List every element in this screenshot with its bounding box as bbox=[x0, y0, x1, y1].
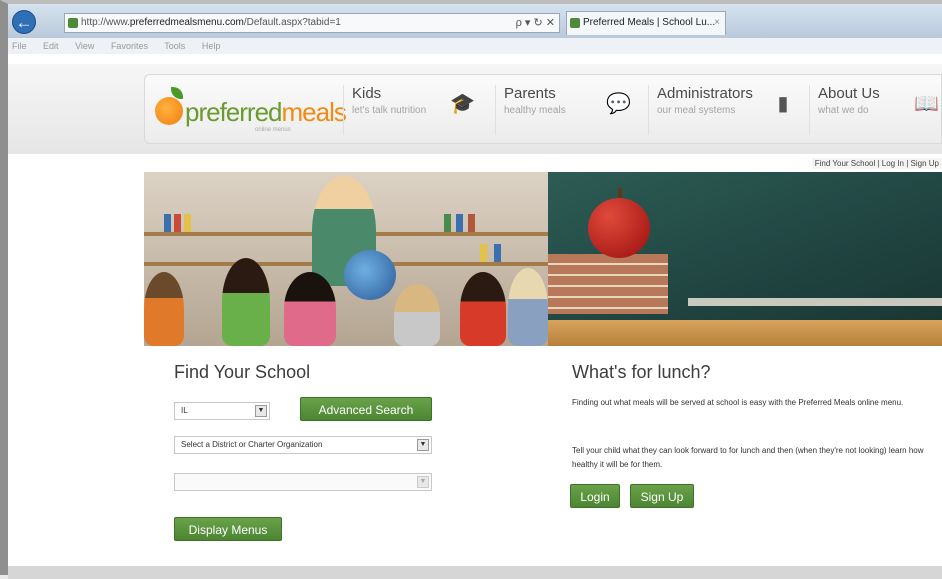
school-select[interactable]: ▼ bbox=[174, 473, 432, 491]
find-school-panel: Find Your School IL ▼ Advanced Search Se… bbox=[144, 346, 548, 574]
orange-logo-icon bbox=[155, 97, 183, 125]
browser-titlebar: ← http://www.preferredmealsmenu.com/Defa… bbox=[8, 4, 942, 38]
nav-item-kids[interactable]: Kids let's talk nutrition 🎓 bbox=[343, 85, 486, 135]
bottom-bar bbox=[8, 566, 942, 579]
book-icon: ▮ bbox=[777, 93, 789, 115]
logo-tagline: online menus bbox=[255, 127, 291, 133]
apple-chalkboard-photo bbox=[548, 172, 942, 346]
state-select-value: IL bbox=[181, 406, 188, 415]
menu-edit[interactable]: Edit bbox=[43, 41, 59, 51]
browser-tab[interactable]: Preferred Meals | School Lu... × bbox=[566, 11, 726, 35]
display-menus-button[interactable]: Display Menus bbox=[174, 517, 282, 541]
chat-bubbles-icon: 💬 bbox=[606, 93, 631, 115]
lunch-paragraph-2: Tell your child what they can look forwa… bbox=[572, 446, 924, 469]
account-links[interactable]: Find Your School | Log In | Sign Up bbox=[811, 158, 942, 169]
district-select-value: Select a District or Charter Organizatio… bbox=[181, 440, 323, 449]
chevron-down-icon: ▼ bbox=[255, 405, 267, 417]
address-path: /Default.aspx?tabid=1 bbox=[243, 17, 341, 28]
back-button[interactable]: ← bbox=[12, 10, 36, 34]
chevron-down-icon: ▼ bbox=[417, 439, 429, 451]
nav-item-administrators[interactable]: Administrators our meal systems ▮ bbox=[648, 85, 803, 135]
book-stack bbox=[548, 254, 668, 314]
main-navbar: preferredmeals online menus Kids let's t… bbox=[144, 74, 942, 144]
tab-favicon-icon bbox=[570, 18, 580, 28]
nav-item-parents[interactable]: Parents healthy meals 💬 bbox=[495, 85, 640, 135]
tab-close-icon[interactable]: × bbox=[714, 12, 720, 34]
address-prefix: http://www. bbox=[81, 17, 130, 28]
globe-figure bbox=[344, 250, 396, 300]
state-select[interactable]: IL ▼ bbox=[174, 402, 270, 420]
district-select[interactable]: Select a District or Charter Organizatio… bbox=[174, 436, 432, 454]
site-logo[interactable]: preferredmeals online menus bbox=[155, 85, 347, 137]
find-school-heading: Find Your School bbox=[174, 362, 311, 382]
lunch-heading: What's for lunch? bbox=[572, 362, 711, 382]
whats-for-lunch-panel: What's for lunch? Finding out what meals… bbox=[548, 346, 942, 574]
browser-window: ← http://www.preferredmealsmenu.com/Defa… bbox=[0, 0, 942, 579]
chevron-down-icon: ▼ bbox=[417, 476, 429, 488]
page-content: preferredmeals online menus Kids let's t… bbox=[8, 54, 942, 579]
open-book-icon: 📖 bbox=[914, 93, 939, 115]
chalk-tray bbox=[688, 298, 942, 306]
menu-favorites[interactable]: Favorites bbox=[111, 41, 148, 51]
sign-up-button[interactable]: Sign Up bbox=[630, 484, 694, 508]
desk bbox=[548, 320, 942, 346]
apple-icon bbox=[588, 198, 650, 258]
menu-view[interactable]: View bbox=[75, 41, 94, 51]
tab-title: Preferred Meals | School Lu... bbox=[583, 17, 716, 28]
advanced-search-button[interactable]: Advanced Search bbox=[300, 397, 432, 421]
address-controls[interactable]: ρ ▾ ↻ ✕ bbox=[516, 14, 555, 32]
back-arrow-icon: ← bbox=[15, 13, 33, 32]
classroom-photo bbox=[144, 172, 548, 346]
address-bar[interactable]: http://www.preferredmealsmenu.com/Defaul… bbox=[64, 13, 560, 33]
lunch-paragraph-1: Finding out what meals will be served at… bbox=[572, 398, 904, 407]
logo-text: preferredmeals bbox=[185, 97, 347, 127]
menu-file[interactable]: File bbox=[12, 41, 27, 51]
graduation-cap-icon: 🎓 bbox=[450, 93, 475, 115]
login-button[interactable]: Login bbox=[570, 484, 620, 508]
site-favicon-icon bbox=[68, 18, 78, 28]
address-domain: preferredmealsmenu.com bbox=[129, 17, 244, 28]
browser-menubar: File Edit View Favorites Tools Help bbox=[8, 38, 942, 54]
nav-item-about-us[interactable]: About Us what we do 📖 bbox=[809, 85, 941, 135]
hero-banner bbox=[144, 172, 942, 346]
menu-tools[interactable]: Tools bbox=[164, 41, 185, 51]
menu-help[interactable]: Help bbox=[202, 41, 221, 51]
